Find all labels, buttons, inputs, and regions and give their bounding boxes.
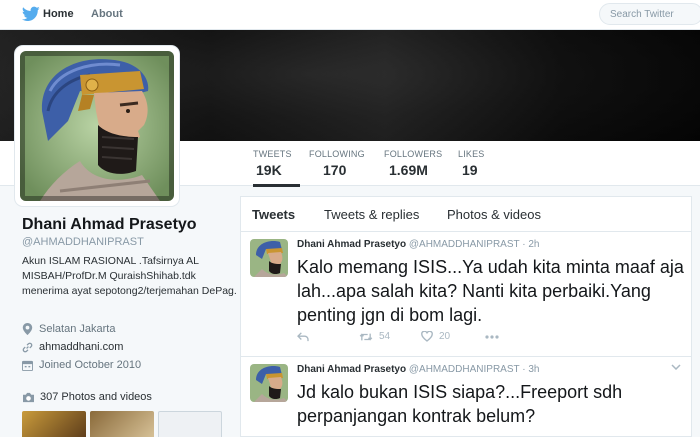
reply-button[interactable] xyxy=(297,331,359,342)
tweet-avatar[interactable] xyxy=(250,364,288,402)
tweet-text: Jd kalo bukan ISIS siapa?...Freeport sdh… xyxy=(297,382,623,426)
profile-bio: Akun ISLAM RASIONAL .Tafsirnya AL MISBAH… xyxy=(22,255,237,297)
photo-thumb[interactable] xyxy=(158,411,222,437)
tab-photos-videos[interactable]: Photos & videos xyxy=(447,207,541,222)
stat-value: 19K xyxy=(256,162,282,178)
more-button[interactable] xyxy=(485,334,499,339)
location-text: Selatan Jakarta xyxy=(39,323,116,335)
search-input[interactable]: Search Twitter xyxy=(599,3,700,25)
joined-text: Joined October 2010 xyxy=(39,359,142,371)
stat-label: FOLLOWERS xyxy=(384,149,443,159)
stat-label: FOLLOWING xyxy=(309,149,365,159)
tweet-author-name[interactable]: Dhani Ahmad Prasetyo xyxy=(297,364,406,375)
tweet-text: Kalo memang ISIS...Ya udah kita minta ma… xyxy=(297,257,684,325)
stat-value: 1.69M xyxy=(389,162,428,178)
twitter-bird-icon[interactable] xyxy=(22,6,40,22)
profile-name: Dhani Ahmad Prasetyo xyxy=(22,216,197,233)
photo-thumb[interactable] xyxy=(90,411,154,437)
nav-about-link[interactable]: About xyxy=(91,8,123,20)
photo-thumb[interactable] xyxy=(22,411,86,437)
tab-tweets[interactable]: Tweets xyxy=(252,207,295,222)
tweet-meta: @AHMADDHANIPRAST · 2h xyxy=(408,239,540,250)
tweet-actions: 54 20 xyxy=(297,331,499,342)
photos-videos-link[interactable]: 307 Photos and videos xyxy=(22,391,152,403)
profile-website[interactable]: ahmaddhani.com xyxy=(22,341,123,353)
tweet-avatar-image xyxy=(250,239,288,277)
tweet-header: Dhani Ahmad Prasetyo @AHMADDHANIPRAST · … xyxy=(297,239,539,250)
profile-handle: @AHMADDHANIPRAST xyxy=(22,236,144,248)
avatar-image xyxy=(20,51,174,201)
tab-tweets-replies[interactable]: Tweets & replies xyxy=(324,207,419,222)
retweet-icon xyxy=(359,333,373,340)
tweet-header: Dhani Ahmad Prasetyo @AHMADDHANIPRAST · … xyxy=(297,364,539,375)
tweet-item[interactable]: Dhani Ahmad Prasetyo @AHMADDHANIPRAST · … xyxy=(241,358,691,437)
stat-value: 19 xyxy=(462,162,478,178)
timeline-tabs: Tweets Tweets & replies Photos & videos xyxy=(241,197,691,232)
camera-icon xyxy=(23,392,34,402)
like-button[interactable]: 20 xyxy=(421,331,485,342)
stat-followers[interactable]: FOLLOWERS 1.69M xyxy=(384,149,442,178)
calendar-icon xyxy=(22,360,33,371)
more-dots-icon xyxy=(485,334,499,339)
profile-joined: Joined October 2010 xyxy=(22,359,141,371)
tweet-meta: @AHMADDHANIPRAST · 3h xyxy=(408,364,540,375)
top-nav: Home About Search Twitter xyxy=(0,0,700,30)
stat-following[interactable]: FOLLOWING 170 xyxy=(309,149,365,178)
location-icon xyxy=(22,323,33,335)
retweet-button[interactable]: 54 xyxy=(359,331,421,342)
profile-location: Selatan Jakarta xyxy=(22,323,115,335)
retweet-count: 54 xyxy=(379,331,391,342)
stat-label: TWEETS xyxy=(253,149,292,159)
stat-likes[interactable]: LIKES 19 xyxy=(458,149,485,178)
website-link[interactable]: ahmaddhani.com xyxy=(39,341,123,353)
like-count: 20 xyxy=(439,331,451,342)
tweet-author-name[interactable]: Dhani Ahmad Prasetyo xyxy=(297,239,406,250)
nav-home-link[interactable]: Home xyxy=(43,8,74,20)
tweet-avatar[interactable] xyxy=(250,239,288,277)
photo-thumbnails xyxy=(22,411,222,437)
heart-icon xyxy=(421,331,433,342)
stat-value: 170 xyxy=(323,162,347,178)
link-icon xyxy=(22,342,33,352)
tweet-avatar-image xyxy=(250,364,288,402)
chevron-down-icon[interactable] xyxy=(671,364,681,370)
timeline: Tweets Tweets & replies Photos & videos … xyxy=(240,196,692,437)
reply-icon xyxy=(297,331,309,341)
stat-tweets[interactable]: TWEETS 19K xyxy=(253,149,300,187)
profile-avatar[interactable] xyxy=(15,46,179,206)
tweet-item[interactable]: Dhani Ahmad Prasetyo @AHMADDHANIPRAST · … xyxy=(241,233,691,357)
photos-videos-label: 307 Photos and videos xyxy=(40,391,152,403)
stat-label: LIKES xyxy=(458,149,485,159)
